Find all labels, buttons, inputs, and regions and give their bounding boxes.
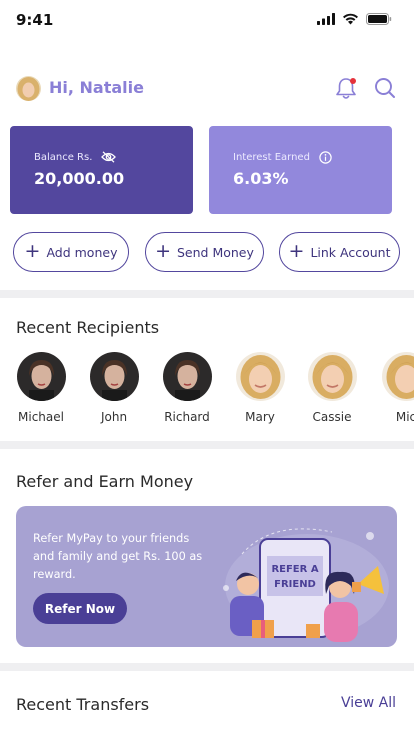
send-money-label: Send Money — [177, 244, 254, 260]
wifi-icon — [343, 13, 358, 25]
status-bar: 9:41 — [0, 0, 414, 40]
add-money-button[interactable]: + Add money — [13, 232, 129, 272]
recipient-partial[interactable]: Mic — [370, 352, 414, 424]
header: Hi, Natalie — [16, 74, 398, 104]
search-icon[interactable] — [372, 74, 398, 102]
cellular-signal-icon — [317, 13, 335, 25]
status-time: 9:41 — [16, 11, 54, 29]
refer-now-button[interactable]: Refer Now — [33, 593, 127, 624]
refer-friend-illustration: REFER A FRIEND — [223, 528, 389, 642]
recent-recipients-title: Recent Recipients — [16, 318, 160, 337]
user-avatar[interactable] — [16, 76, 41, 101]
avatar — [235, 352, 285, 401]
recipient-name: Cassie — [312, 410, 352, 424]
avatar — [16, 352, 66, 401]
svg-text:REFER A: REFER A — [271, 564, 318, 575]
info-icon[interactable] — [319, 151, 332, 164]
recipient-cassie[interactable]: Cassie — [296, 352, 368, 424]
recipient-name: Mary — [245, 410, 275, 424]
refer-section-title: Refer and Earn Money — [16, 472, 194, 491]
hide-balance-icon[interactable] — [101, 151, 117, 163]
add-money-label: Add money — [46, 244, 118, 260]
greeting-text: Hi, Natalie — [49, 78, 144, 97]
section-divider — [0, 290, 414, 298]
view-all-link[interactable]: View All — [341, 695, 396, 711]
section-divider — [0, 441, 414, 449]
recipient-name: Richard — [164, 410, 210, 424]
avatar — [381, 352, 414, 401]
recipient-mary[interactable]: Mary — [224, 352, 296, 424]
refer-banner[interactable]: Refer MyPay to your friends and family a… — [16, 506, 397, 647]
plus-icon: + — [155, 239, 171, 262]
recipient-name: John — [100, 410, 128, 424]
balance-card[interactable]: Balance Rs. 20,000.00 — [10, 126, 193, 214]
balance-value: 20,000.00 — [34, 169, 125, 188]
avatar — [162, 352, 212, 401]
section-divider — [0, 663, 414, 671]
refer-description: Refer MyPay to your friends and family a… — [33, 532, 203, 581]
battery-icon — [366, 13, 392, 25]
balance-label: Balance Rs. — [34, 151, 93, 163]
link-account-label: Link Account — [310, 244, 391, 260]
interest-card[interactable]: Interest Earned 6.03% — [209, 126, 392, 214]
recent-transfers-title: Recent Transfers — [16, 695, 150, 714]
interest-value: 6.03% — [233, 169, 289, 188]
recipient-john[interactable]: John — [78, 352, 150, 424]
recipient-richard[interactable]: Richard — [151, 352, 223, 424]
avatar — [307, 352, 357, 401]
avatar — [89, 352, 139, 401]
recipient-michael[interactable]: Michael — [5, 352, 77, 424]
plus-icon: + — [24, 239, 41, 262]
svg-text:FRIEND: FRIEND — [274, 579, 316, 590]
interest-label: Interest Earned — [233, 152, 310, 163]
send-money-button[interactable]: + Send Money — [145, 232, 264, 272]
plus-icon: + — [288, 239, 305, 262]
recipient-name: Michael — [18, 410, 64, 424]
recipient-name: Mic — [395, 410, 414, 424]
status-icons — [317, 13, 392, 25]
recipients-list[interactable]: Michael John Richard Mary Cassie Mic — [0, 352, 414, 432]
notification-bell-icon[interactable] — [334, 74, 360, 102]
link-account-button[interactable]: + Link Account — [279, 232, 400, 272]
